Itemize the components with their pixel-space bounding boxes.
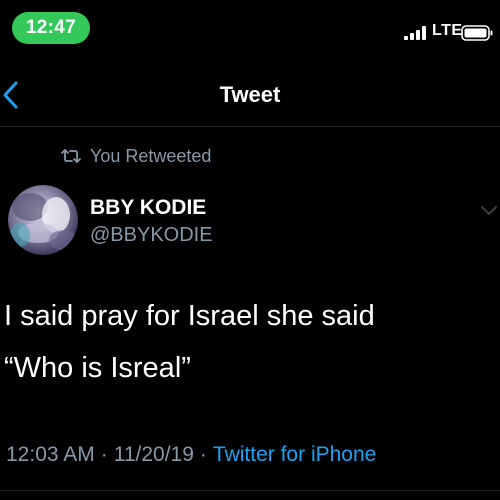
retweet-label: You Retweeted xyxy=(90,145,212,166)
status-time[interactable]: 12:47 xyxy=(12,12,90,44)
author-display-name[interactable]: BBY KODIE xyxy=(90,196,206,220)
tweet-source-link[interactable]: Twitter for iPhone xyxy=(213,443,376,466)
meta-separator: · xyxy=(100,443,108,466)
tweet-menu-button[interactable] xyxy=(480,204,498,218)
tweet-line: “Who is Isreal” xyxy=(4,352,191,384)
tweet-text: I said pray for Israel she said “Who is … xyxy=(4,290,494,394)
status-bar: 12:47 LTE xyxy=(0,0,500,56)
network-type: LTE xyxy=(432,22,463,39)
retweet-context: You Retweeted xyxy=(60,144,211,168)
header-divider xyxy=(0,126,500,127)
profile-avatar[interactable] xyxy=(8,185,78,255)
bottom-divider xyxy=(0,490,500,491)
chevron-down-icon xyxy=(481,206,497,215)
author-handle[interactable]: @BBYKODIE xyxy=(90,224,213,247)
retweet-icon xyxy=(61,149,81,163)
battery-icon xyxy=(461,25,493,41)
meta-separator: · xyxy=(199,443,207,466)
tweet-time: 12:03 AM xyxy=(6,443,95,466)
header: Tweet xyxy=(0,66,500,126)
tweet-meta: 12:03 AM · 11/20/19 · Twitter for iPhone xyxy=(6,443,376,467)
tweet-date: 11/20/19 xyxy=(113,443,194,466)
tweet-line: I said pray for Israel she said xyxy=(4,300,375,332)
signal-strength-icon xyxy=(404,26,426,40)
page-title: Tweet xyxy=(219,82,281,107)
